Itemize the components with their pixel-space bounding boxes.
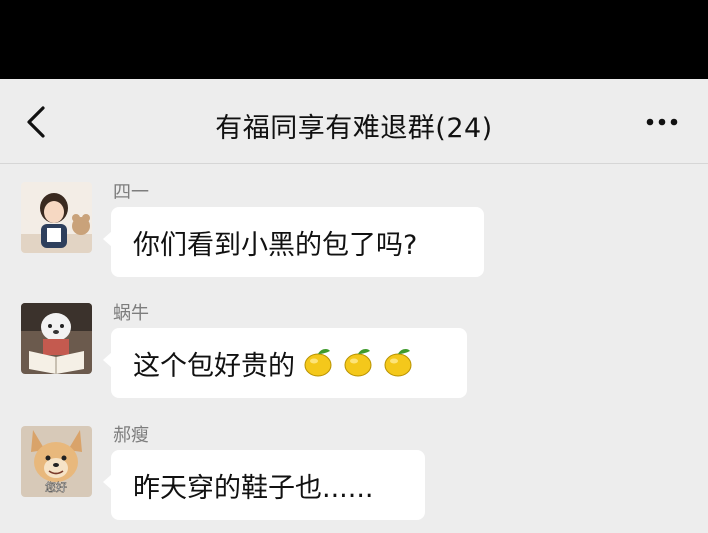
- message-bubble[interactable]: 你们看到小黑的包了吗?: [103, 207, 484, 277]
- sender-name: 蜗牛: [113, 303, 149, 324]
- lemon-emoji-icon: [344, 349, 372, 377]
- sender-name: 四一: [113, 182, 149, 203]
- message-text: 昨天穿的鞋子也......: [133, 472, 374, 504]
- avatar[interactable]: 您好: [21, 426, 92, 497]
- avatar-caption: 您好: [45, 480, 67, 494]
- sender-name: 郝瘦: [113, 425, 149, 446]
- child-photo-icon: [21, 182, 92, 253]
- message-bubble[interactable]: 昨天穿的鞋子也......: [103, 450, 425, 520]
- dog-reading-photo-icon: [21, 303, 92, 374]
- message-text: 你们看到小黑的包了吗?: [133, 229, 418, 261]
- status-bar: [0, 0, 708, 79]
- lemon-emoji-icon: [384, 349, 412, 377]
- more-options-icon[interactable]: [642, 107, 682, 137]
- dog-meme-photo-icon: 您好: [21, 426, 92, 497]
- avatar[interactable]: [21, 303, 92, 374]
- lemon-emoji-icon: [304, 349, 332, 377]
- message-bubble[interactable]: 这个包好贵的: [103, 328, 467, 398]
- chat-title: 有福同享有难退群(24): [215, 113, 493, 144]
- avatar[interactable]: [21, 182, 92, 253]
- message-text: 这个包好贵的: [133, 350, 295, 382]
- chat-header: 有福同享有难退群(24): [0, 79, 708, 164]
